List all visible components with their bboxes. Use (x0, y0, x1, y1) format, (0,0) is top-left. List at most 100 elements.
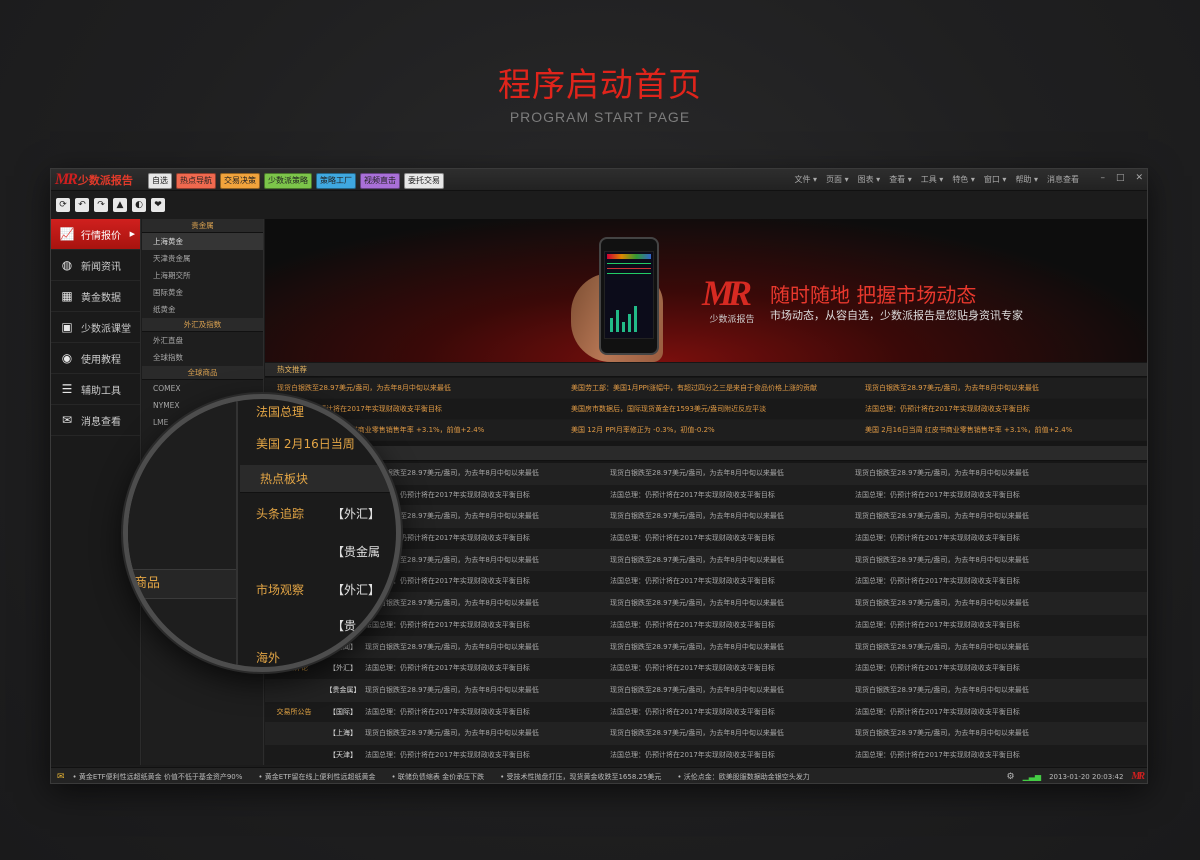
menu-2[interactable]: 图表 ▾ (858, 174, 881, 185)
hot-sector-news[interactable]: 法国总理：仍预计将在2017年实现财政收支平衡目标 (363, 615, 608, 636)
mail-icon[interactable]: ✉ (57, 772, 65, 782)
nav-button-0[interactable]: 自选 (148, 173, 172, 189)
hot-sector-news[interactable]: 现货白银跌至28.97美元/盎司，为去年8月中旬以来最低 (853, 593, 1098, 614)
menu-8[interactable]: 消息查看 (1047, 174, 1079, 185)
minimize-icon[interactable]: – (1100, 173, 1105, 183)
sub-nav-item[interactable]: 国际黄金 (142, 284, 263, 301)
ticker-item[interactable]: • 受技术性抛盘打压，现货黄金收跌至1658.25美元 (500, 772, 661, 782)
heart-icon[interactable]: ❤ (151, 197, 165, 212)
ticker-item[interactable]: • 黄金ETF便利性远超纸黄金 价值不低于基金资产90% (73, 772, 243, 782)
redo-icon[interactable]: ↷ (94, 197, 108, 212)
hot-sector-news[interactable]: 现货白银跌至28.97美元/盎司，为去年8月中旬以来最低 (363, 463, 608, 484)
sub-nav-item[interactable]: 上海黄金 (142, 233, 263, 250)
nav-button-6[interactable]: 委托交易 (404, 173, 444, 189)
hot-news-item[interactable]: 现货白银跌至28.97美元/盎司，为去年8月中旬以来最低 (853, 378, 1147, 398)
hot-sector-news[interactable]: 现货白银跌至28.97美元/盎司，为去年8月中旬以来最低 (853, 680, 1098, 701)
sub-nav-item[interactable]: 上海期交所 (142, 267, 263, 284)
hot-news-item[interactable]: 现货白银跌至28.97美元/盎司，为去年8月中旬以来最低 (265, 378, 559, 398)
left-nav-item-6[interactable]: ✉ 消息查看 (51, 405, 140, 436)
hot-sector-news[interactable]: 现货白银跌至28.97美元/盎司，为去年8月中旬以来最低 (363, 637, 608, 658)
hot-sector-news[interactable]: 现货白银跌至28.97美元/盎司，为去年8月中旬以来最低 (363, 593, 608, 614)
nav-button-4[interactable]: 策略工厂 (316, 173, 356, 189)
nav-button-5[interactable]: 视频直击 (360, 173, 400, 189)
sub-nav-group-title: 贵金属 (142, 219, 263, 233)
hot-sector-news[interactable]: 现货白银跌至28.97美元/盎司，为去年8月中旬以来最低 (363, 550, 608, 571)
refresh-icon[interactable]: ⟳ (56, 197, 70, 212)
hot-news-item[interactable]: 美国房市数据后，国际现货黄金在1593美元/盎司附近反应平淡 (559, 399, 853, 419)
hot-sector-news[interactable]: 现货白银跌至28.97美元/盎司，为去年8月中旬以来最低 (608, 680, 853, 701)
hot-sector-news[interactable]: 现货白银跌至28.97美元/盎司，为去年8月中旬以来最低 (608, 550, 853, 571)
hot-sector-news[interactable]: 法国总理：仍预计将在2017年实现财政收支平衡目标 (608, 571, 853, 592)
menu-1[interactable]: 页面 ▾ (826, 174, 849, 185)
hot-sector-news[interactable]: 法国总理：仍预计将在2017年实现财政收支平衡目标 (853, 571, 1098, 592)
hot-sector-news[interactable]: 现货白银跌至28.97美元/盎司，为去年8月中旬以来最低 (853, 637, 1098, 658)
ticker-item[interactable]: • 黄金ETF留在线上便利性远超纸黄金 (258, 772, 375, 782)
nav-button-1[interactable]: 热点导航 (176, 173, 216, 189)
hot-news-item[interactable]: 美国劳工部：美国1月PPI涨幅中，有超过四分之三是来自于食品价格上涨的贡献 (559, 378, 853, 398)
hot-sector-news[interactable]: 现货白银跌至28.97美元/盎司，为去年8月中旬以来最低 (608, 463, 853, 484)
hot-sector-news[interactable]: 法国总理：仍预计将在2017年实现财政收支平衡目标 (608, 702, 853, 723)
nav-button-2[interactable]: 交易决策 (220, 173, 260, 189)
hot-sector-news[interactable]: 法国总理：仍预计将在2017年实现财政收支平衡目标 (608, 528, 853, 549)
menu-5[interactable]: 特色 ▾ (952, 174, 975, 185)
chevron-down-icon: ▾ (873, 175, 881, 184)
left-nav-item-1[interactable]: ◍ 新闻资讯 (51, 250, 140, 281)
gear-icon[interactable]: ⚙ (1007, 772, 1015, 782)
hot-sector-news[interactable]: 现货白银跌至28.97美元/盎司，为去年8月中旬以来最低 (853, 506, 1098, 527)
left-nav-item-4[interactable]: ◉ 使用教程 (51, 343, 140, 374)
sub-nav-item[interactable]: 外汇直盘 (142, 332, 263, 349)
menu-3[interactable]: 查看 ▾ (889, 174, 912, 185)
close-icon[interactable]: ✕ (1135, 173, 1143, 183)
bell-icon[interactable]: ▲ (113, 197, 127, 212)
hot-sector-news[interactable]: 现货白银跌至28.97美元/盎司，为去年8月中旬以来最低 (363, 723, 608, 744)
hot-sector-news[interactable]: 现货白银跌至28.97美元/盎司，为去年8月中旬以来最低 (608, 637, 853, 658)
hot-sector-news[interactable]: 法国总理：仍预计将在2017年实现财政收支平衡目标 (853, 615, 1098, 636)
contrast-icon[interactable]: ◐ (132, 197, 146, 212)
left-nav-item-0[interactable]: 📈 行情报价 ▶ (51, 219, 140, 250)
hot-sector-news[interactable]: 现货白银跌至28.97美元/盎司，为去年8月中旬以来最低 (853, 723, 1098, 744)
sub-nav-item[interactable]: 天津贵金属 (142, 250, 263, 267)
hot-sector-news[interactable]: 法国总理：仍预计将在2017年实现财政收支平衡目标 (608, 615, 853, 636)
hot-sector-news[interactable]: 现货白银跌至28.97美元/盎司，为去年8月中旬以来最低 (608, 506, 853, 527)
hot-sector-news[interactable]: 法国总理：仍预计将在2017年实现财政收支平衡目标 (853, 745, 1098, 765)
hot-news-item[interactable]: 美国 12月 PPI月率修正为 -0.3%，初值-0.2% (559, 420, 853, 440)
left-nav-item-3[interactable]: ▣ 少数派课堂 (51, 312, 140, 343)
banner-title: 随时随地 把握市场动态 (770, 283, 977, 307)
hot-sector-news[interactable]: 法国总理：仍预计将在2017年实现财政收支平衡目标 (853, 658, 1098, 679)
maximize-icon[interactable]: □ (1116, 173, 1125, 183)
hot-news-item[interactable]: 法国总理：仍预计将在2017年实现财政收支平衡目标 (853, 399, 1147, 419)
hot-sector-news[interactable]: 法国总理：仍预计将在2017年实现财政收支平衡目标 (608, 745, 853, 765)
nav-button-3[interactable]: 少数派策略 (264, 173, 312, 189)
menu-0[interactable]: 文件 ▾ (795, 174, 818, 185)
undo-icon[interactable]: ↶ (75, 197, 89, 212)
hot-sector-news[interactable]: 法国总理：仍预计将在2017年实现财政收支平衡目标 (363, 571, 608, 592)
ticker-item[interactable]: • 沃伦点金：欧美股服数据助金银空头发力 (677, 772, 809, 782)
ticker-item[interactable]: • 联储负债缩表 金价承压下跌 (392, 772, 485, 782)
hot-sector-news[interactable]: 现货白银跌至28.97美元/盎司，为去年8月中旬以来最低 (363, 680, 608, 701)
chart-line-icon: 📈 (59, 227, 75, 241)
hot-sector-news[interactable]: 法国总理：仍预计将在2017年实现财政收支平衡目标 (853, 485, 1098, 506)
menu-label: 窗口 (983, 175, 1000, 184)
page-hero-subtitle: PROGRAM START PAGE (509, 109, 691, 125)
hot-sector-news[interactable]: 法国总理：仍预计将在2017年实现财政收支平衡目标 (363, 745, 608, 765)
hot-sector-header (265, 446, 1147, 461)
hot-sector-news[interactable]: 法国总理：仍预计将在2017年实现财政收支平衡目标 (363, 485, 608, 506)
menu-4[interactable]: 工具 ▾ (921, 174, 944, 185)
hot-sector-news[interactable]: 法国总理：仍预计将在2017年实现财政收支平衡目标 (608, 658, 853, 679)
menu-7[interactable]: 帮助 ▾ (1015, 174, 1038, 185)
sub-nav-item[interactable]: 全球指数 (142, 349, 263, 366)
hot-sector-news[interactable]: 法国总理：仍预计将在2017年实现财政收支平衡目标 (853, 702, 1098, 723)
hot-sector-news[interactable]: 现货白银跌至28.97美元/盎司，为去年8月中旬以来最低 (608, 593, 853, 614)
hot-sector-news[interactable]: 法国总理：仍预计将在2017年实现财政收支平衡目标 (853, 528, 1098, 549)
sub-nav-item[interactable]: 纸黄金 (142, 301, 263, 318)
hot-sector-news[interactable]: 现货白银跌至28.97美元/盎司，为去年8月中旬以来最低 (608, 723, 853, 744)
hot-sector-news[interactable]: 现货白银跌至28.97美元/盎司，为去年8月中旬以来最低 (853, 463, 1098, 484)
left-nav-item-5[interactable]: ☰ 辅助工具 (51, 374, 140, 405)
hot-sector-news[interactable]: 法国总理：仍预计将在2017年实现财政收支平衡目标 (363, 702, 608, 723)
left-nav-item-2[interactable]: ▦ 黄金数据 (51, 281, 140, 312)
hot-sector-news[interactable]: 法国总理：仍预计将在2017年实现财政收支平衡目标 (608, 485, 853, 506)
hot-sector-news[interactable]: 现货白银跌至28.97美元/盎司，为去年8月中旬以来最低 (853, 550, 1098, 571)
hot-news-item[interactable]: 美国 2月16日当周 红皮书商业零售销售年率 +3.1%，前值+2.4% (853, 420, 1147, 440)
menu-6[interactable]: 窗口 ▾ (984, 174, 1007, 185)
hot-sector-news[interactable]: 法国总理：仍预计将在2017年实现财政收支平衡目标 (363, 658, 608, 679)
